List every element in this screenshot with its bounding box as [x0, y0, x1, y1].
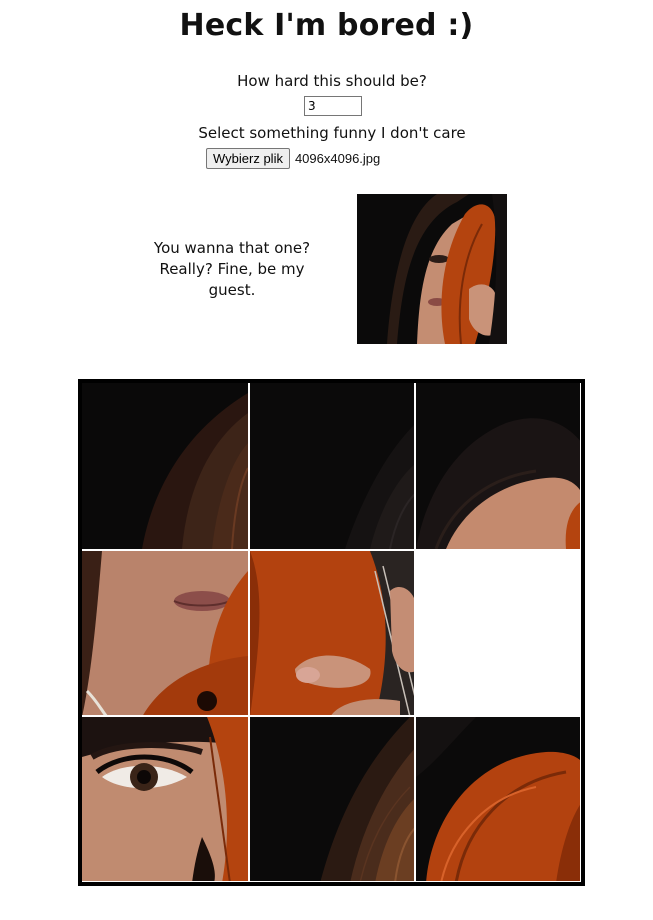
preview-caption: You wanna that one? Really? Fine, be my … — [153, 239, 311, 299]
difficulty-label: How hard this should be? — [237, 72, 427, 90]
puzzle-tile[interactable] — [248, 549, 414, 715]
puzzle-tile[interactable] — [414, 383, 580, 549]
selected-file-name: 4096x4096.jpg — [294, 151, 381, 166]
puzzle-tile[interactable] — [82, 383, 248, 549]
puzzle-grid — [82, 383, 581, 882]
puzzle-tile[interactable] — [82, 715, 248, 881]
puzzle-tile[interactable] — [248, 383, 414, 549]
file-picker-label: Select something funny I don't care — [198, 124, 466, 142]
file-picker: Wybierz plik 4096x4096.jpg — [206, 148, 380, 169]
page-title: Heck I'm bored :) — [179, 8, 474, 43]
choose-file-button[interactable]: Wybierz plik — [206, 148, 290, 169]
preview-image — [357, 194, 507, 344]
difficulty-input[interactable] — [304, 96, 362, 116]
puzzle-empty-slot[interactable] — [414, 549, 580, 715]
puzzle-tile[interactable] — [248, 715, 414, 881]
puzzle-board — [78, 379, 585, 886]
page: Heck I'm bored :) How hard this should b… — [0, 0, 653, 920]
puzzle-tile[interactable] — [414, 715, 580, 881]
puzzle-tile[interactable] — [82, 549, 248, 715]
